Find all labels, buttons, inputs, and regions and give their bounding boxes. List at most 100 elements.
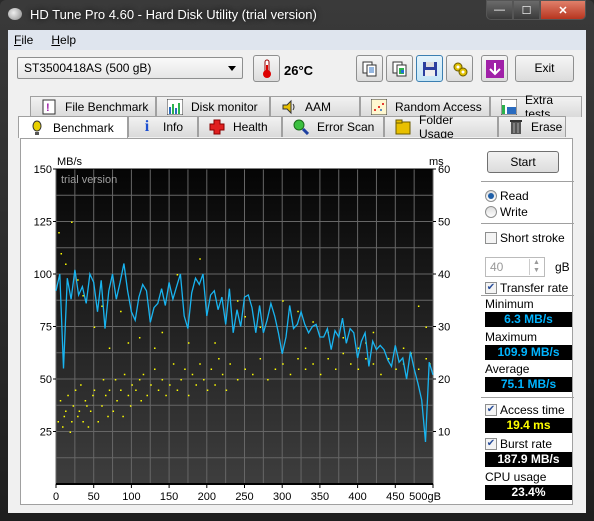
health-icon (209, 119, 225, 135)
options-button[interactable] (446, 55, 473, 82)
access-time-point (172, 363, 175, 365)
tab-health[interactable]: Health (198, 116, 282, 137)
access-time-point (107, 415, 109, 418)
access-time-point (259, 358, 262, 360)
tab-erase[interactable]: Erase (498, 116, 566, 137)
exit-button[interactable]: Exit (515, 55, 574, 82)
folder-icon (395, 119, 411, 135)
minimize-icon: — (494, 4, 505, 16)
access-time-point (395, 368, 397, 370)
access-time-point (334, 368, 337, 370)
radio-selected-icon (485, 190, 497, 202)
start-button[interactable]: Start (487, 151, 559, 173)
x-tick-label: 250 (235, 491, 253, 503)
access-time-point (150, 384, 152, 386)
radio-unselected-icon (485, 206, 497, 218)
burst-rate-value: 187.9 MB/s (485, 452, 572, 467)
burst-rate-label: Burst rate (500, 437, 553, 451)
access-time-point (69, 431, 72, 433)
access-time-point (138, 337, 141, 339)
toolbar: ST3500418AS (500 gB) 26°C Exit (8, 50, 586, 90)
read-label: Read (500, 189, 529, 203)
app-window: HD Tune Pro 4.60 - Hard Disk Utility (tr… (0, 0, 594, 521)
access-time-point (129, 405, 132, 407)
temperature-button[interactable] (253, 55, 280, 82)
y-right-tick-label: 10 (438, 427, 450, 439)
access-time-point (218, 358, 220, 360)
title-bar[interactable]: HD Tune Pro 4.60 - Hard Disk Utility (tr… (0, 0, 594, 30)
burst-rate-checkbox[interactable]: ✔ Burst rate (485, 437, 552, 451)
access-time-point (372, 363, 375, 365)
access-time-point (154, 347, 156, 349)
checkbox-checked-icon: ✔ (485, 404, 497, 416)
access-time-point (417, 368, 420, 370)
access-time-point (282, 300, 284, 302)
transfer-rate-checkbox[interactable]: ✔ Transfer rate (485, 281, 568, 295)
minimize-button[interactable]: — (486, 0, 513, 20)
short-stroke-spinner[interactable]: 40 ▲ ▼ (485, 257, 545, 277)
access-time-point (77, 279, 79, 281)
access-time-point (425, 358, 427, 360)
access-time-point (425, 326, 427, 328)
tab-label: Folder Usage (419, 113, 454, 141)
access-time-point (297, 358, 299, 360)
access-time-point (165, 394, 167, 397)
access-time-point (244, 368, 246, 370)
access-time-point (57, 421, 60, 423)
extra-tests-icon (501, 99, 517, 115)
cpu-usage-value: 23.4% (485, 485, 572, 500)
copy-info-button[interactable] (356, 55, 383, 82)
menu-help[interactable]: Help (51, 33, 76, 47)
tab-file-benchmark[interactable]: ! File Benchmark (30, 96, 156, 117)
tab-disk-monitor[interactable]: Disk monitor (156, 96, 270, 117)
tab-aam[interactable]: AAM (270, 96, 360, 117)
close-button[interactable]: ✕ (540, 0, 586, 20)
access-time-point (77, 415, 79, 418)
access-time-point (214, 384, 216, 386)
spinner-arrows-icon[interactable]: ▲ ▼ (529, 259, 543, 275)
client-area: File Help ST3500418AS (500 gB) 26°C Exit… (8, 30, 586, 513)
y-left-tick-label: 100 (34, 269, 52, 281)
access-time-point (274, 368, 277, 370)
access-time-point (199, 363, 201, 365)
tab-label: Benchmark (53, 120, 114, 135)
access-time-point (195, 384, 197, 386)
write-radio[interactable]: Write (485, 205, 528, 219)
access-time-point (187, 394, 190, 397)
access-time-point (157, 389, 160, 391)
copy-screenshot-button[interactable] (386, 55, 413, 82)
tab-error-scan[interactable]: Error Scan (282, 116, 384, 137)
side-panel: Start Read Write Short stroke 40 ▲ ▼ gB ✔ T… (481, 139, 574, 504)
access-time-checkbox[interactable]: ✔ Access time (485, 403, 565, 417)
access-time-point (105, 394, 107, 397)
x-tick-label: 100 (122, 491, 140, 503)
menu-file[interactable]: File (14, 33, 33, 47)
access-time-point (342, 337, 345, 339)
x-tick-label: 400 (348, 491, 366, 503)
drive-select[interactable]: ST3500418AS (500 gB) (17, 57, 243, 79)
x-tick-label: 200 (198, 491, 216, 503)
tab-label: Disk monitor (191, 100, 258, 114)
access-time-point (97, 421, 99, 423)
tab-folder-usage[interactable]: Folder Usage (384, 113, 498, 141)
maximize-button[interactable]: ☐ (513, 0, 540, 20)
tab-info[interactable]: i Info (128, 116, 198, 137)
download-button[interactable] (481, 55, 508, 82)
x-tick-label: 0 (53, 491, 59, 503)
error-scan-icon (293, 119, 309, 135)
access-time-point (71, 421, 73, 423)
short-stroke-checkbox[interactable]: Short stroke (485, 231, 565, 245)
tab-benchmark[interactable]: Benchmark (18, 116, 128, 138)
read-radio[interactable]: Read (485, 189, 529, 203)
access-time-point (80, 384, 82, 386)
tab-extra-tests[interactable]: Extra tests (490, 93, 582, 121)
access-time-point (161, 331, 164, 334)
save-button[interactable] (416, 55, 443, 82)
access-time-point (89, 410, 92, 412)
access-time-point (319, 373, 322, 376)
access-time-point (252, 373, 254, 376)
cpu-usage-label: CPU usage (485, 470, 547, 484)
copy-info-icon (362, 61, 376, 76)
access-time-point (327, 358, 329, 360)
access-time-point (176, 274, 179, 276)
